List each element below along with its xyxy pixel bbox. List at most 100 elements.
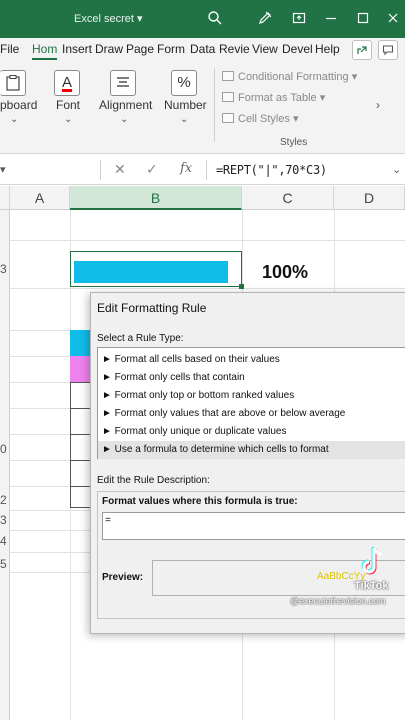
pen-icon[interactable] [256,10,274,28]
row-number[interactable]: 5 [0,557,7,571]
ribbon: pboard ⌄ A Font ⌄ Alignment ⌄ % Number ⌄… [0,62,405,154]
rule-type-item[interactable]: ► Format only top or bottom ranked value… [98,387,405,405]
share-icon[interactable] [352,40,372,60]
cell-styles-icon [222,113,234,123]
tab-data[interactable]: Data [190,42,215,56]
insert-function-icon[interactable]: fx [180,161,192,176]
alignment-label[interactable]: Alignment [99,98,152,112]
rule-type-item[interactable]: ► Format only unique or duplicate values [98,423,405,441]
clipboard-label[interactable]: pboard [0,98,37,112]
font-icon[interactable]: A [54,70,80,96]
tab-insert[interactable]: Insert [62,42,92,56]
rule-type-item[interactable]: ► Format only values that are above or b… [98,405,405,423]
rule-type-item-selected[interactable]: ► Use a formula to determine which cells… [98,441,405,459]
row-number[interactable]: 3 [0,262,7,276]
format-as-table-icon [222,92,234,102]
row-header-strip [0,210,10,720]
watermark-handle: @executethevision.com [290,596,386,606]
gridline [10,552,90,553]
font-chevron-icon[interactable]: ⌄ [64,114,72,125]
conditional-formatting-label: Conditional Formatting ▾ [238,71,358,83]
restore-icon[interactable] [290,10,308,28]
watermark-app: TikTok [354,580,389,592]
rule-type-list[interactable]: ► Format all cells based on their values… [97,347,405,459]
row-number[interactable]: 4 [0,534,7,548]
minimize-icon[interactable] [322,10,340,28]
formula-bar-separator [100,160,101,180]
cell-styles-button[interactable]: Cell Styles ▾ [222,112,299,125]
tab-review[interactable]: Revie [219,42,250,56]
tab-help[interactable]: Help [315,42,340,56]
tab-formulas[interactable]: Form [157,42,185,56]
dialog-title: Edit Formatting Rule [97,301,207,315]
tab-developer[interactable]: Devel [282,42,313,56]
alignment-icon[interactable] [110,70,136,96]
gridline [10,530,90,531]
active-cell-b3[interactable] [70,251,244,289]
column-headers: A B C D [0,186,405,210]
cell-c3-value[interactable]: 100% [262,262,308,283]
bordered-range-line [70,486,92,487]
conditional-formatting-button[interactable]: Conditional Formatting ▾ [222,70,357,83]
row-number[interactable]: 2 [0,493,7,507]
pink-filled-cell[interactable] [70,356,92,382]
clipboard-chevron-icon[interactable]: ⌄ [10,114,18,125]
formula-input[interactable]: =REPT("|",70*C3) [216,163,327,177]
gridline [10,240,405,241]
number-icon[interactable]: % [171,70,197,96]
column-header-c[interactable]: C [242,186,334,210]
tab-view[interactable]: View [252,42,278,56]
row-number[interactable]: 0 [0,442,7,456]
gridline [10,572,90,573]
clipboard-icon[interactable] [0,70,26,96]
format-as-table-label: Format as Table ▾ [238,92,326,104]
comment-icon[interactable] [378,40,398,60]
column-header-a[interactable]: A [10,186,70,210]
enter-icon[interactable]: ✓ [146,161,158,178]
tab-file[interactable]: File [0,42,19,56]
alignment-chevron-icon[interactable]: ⌄ [120,114,128,125]
column-header-d[interactable]: D [334,186,405,210]
cancel-icon[interactable]: ✕ [114,161,126,178]
search-icon[interactable] [206,10,224,28]
bordered-range-line [70,408,92,409]
tab-page[interactable]: Page [126,42,154,56]
row-number[interactable]: 3 [0,513,7,527]
tab-draw[interactable]: Draw [95,42,123,56]
data-bar [74,261,228,283]
ribbon-scroll-right-icon[interactable]: › [376,98,380,112]
bordered-range[interactable] [70,382,92,508]
window-title[interactable]: Excel secret ▾ [74,12,143,25]
number-chevron-icon[interactable]: ⌄ [180,114,188,125]
rule-type-item[interactable]: ► Format only cells that contain [98,369,405,387]
select-all-corner[interactable] [0,186,10,210]
column-header-b[interactable]: B [70,186,242,210]
rule-formula-input[interactable]: = [102,512,405,540]
font-label[interactable]: Font [56,98,80,112]
rule-type-item[interactable]: ► Format all cells based on their values [98,351,405,369]
number-label[interactable]: Number [164,98,207,112]
gridline [10,288,405,289]
name-box-dropdown-icon[interactable]: ▾ [0,163,6,176]
close-icon[interactable] [384,10,402,28]
formula-bar-separator [206,160,207,180]
bordered-range-line [70,460,92,461]
preview-label: Preview: [102,572,144,583]
conditional-formatting-icon [222,71,234,81]
tab-home[interactable]: Hom [32,42,58,60]
edit-rule-description-label: Edit the Rule Description: [97,475,210,486]
number-icon-glyph: % [177,74,191,91]
font-icon-glyph: A [61,74,72,91]
maximize-icon[interactable] [354,10,372,28]
formula-label: Format values where this formula is true… [102,496,298,507]
formula-bar: ▾ ✕ ✓ fx =REPT("|",70*C3) ⌄ [0,155,405,185]
format-as-table-button[interactable]: Format as Table ▾ [222,91,325,104]
ribbon-tabs: File Hom Insert Draw Page Form Data Revi… [0,38,405,62]
fill-handle[interactable] [239,284,244,289]
cell-styles-label: Cell Styles ▾ [238,113,299,125]
expand-formula-bar-icon[interactable]: ⌄ [392,163,401,176]
ribbon-divider [214,68,215,142]
cyan-filled-cell[interactable] [70,330,92,356]
bordered-range-line [70,434,92,435]
tiktok-logo-icon [360,546,388,578]
